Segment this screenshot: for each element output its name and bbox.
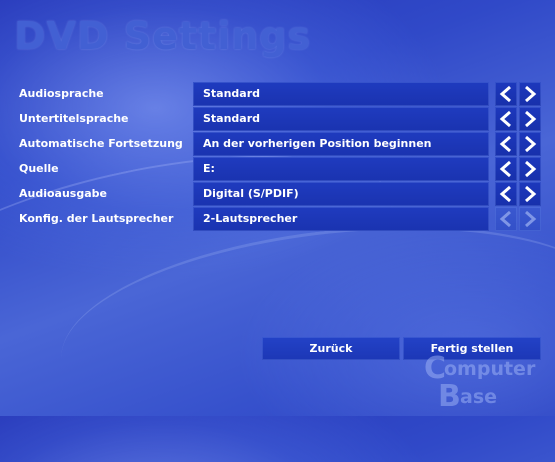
prev-option-button[interactable] bbox=[495, 157, 517, 181]
settings-row-audioausgabe: Audioausgabe Digital (S/PDIF) bbox=[0, 182, 555, 206]
settings-row-quelle: Quelle E: bbox=[0, 157, 555, 181]
chevron-left-icon bbox=[499, 185, 511, 203]
settings-row-untertitelsprache: Untertitelsprache Standard bbox=[0, 107, 555, 131]
setting-label: Audiosprache bbox=[19, 87, 104, 100]
prev-option-button-disabled bbox=[495, 207, 517, 231]
setting-label: Audioausgabe bbox=[19, 187, 107, 200]
prev-option-button[interactable] bbox=[495, 182, 517, 206]
chevron-right-icon bbox=[525, 185, 537, 203]
page-title: DVD Settings bbox=[14, 14, 312, 58]
next-option-button[interactable] bbox=[519, 157, 541, 181]
setting-value: Digital (S/PDIF) bbox=[203, 187, 299, 200]
computerbase-watermark-logo: C omputer B ase bbox=[424, 351, 549, 414]
setting-label: Untertitelsprache bbox=[19, 112, 129, 125]
settings-row-audiosprache: Audiosprache Standard bbox=[0, 82, 555, 106]
setting-value: Standard bbox=[203, 112, 261, 125]
next-option-button-disabled bbox=[519, 207, 541, 231]
chevron-left-icon bbox=[499, 110, 511, 128]
chevron-right-icon bbox=[525, 85, 537, 103]
settings-row-konfig-lautsprecher: Konfig. der Lautsprecher 2-Lautsprecher bbox=[0, 207, 555, 231]
settings-row-automatische-fortsetzung: Automatische Fortsetzung An der vorherig… bbox=[0, 132, 555, 156]
setting-label: Konfig. der Lautsprecher bbox=[19, 212, 174, 225]
prev-option-button[interactable] bbox=[495, 107, 517, 131]
chevron-left-icon bbox=[499, 135, 511, 153]
setting-label: Automatische Fortsetzung bbox=[19, 137, 183, 150]
next-option-button[interactable] bbox=[519, 82, 541, 106]
chevron-left-icon bbox=[499, 210, 511, 228]
chevron-right-icon bbox=[525, 110, 537, 128]
chevron-right-icon bbox=[525, 160, 537, 178]
chevron-left-icon bbox=[499, 160, 511, 178]
setting-value-field[interactable]: An der vorherigen Position beginnen bbox=[193, 132, 489, 156]
setting-value-field[interactable]: Standard bbox=[193, 107, 489, 131]
svg-text:ase: ase bbox=[460, 386, 497, 408]
next-option-button[interactable] bbox=[519, 107, 541, 131]
prev-option-button[interactable] bbox=[495, 132, 517, 156]
next-option-button[interactable] bbox=[519, 182, 541, 206]
setting-value-field[interactable]: Standard bbox=[193, 82, 489, 106]
chevron-left-icon bbox=[499, 85, 511, 103]
background-swoosh bbox=[50, 201, 555, 462]
setting-value-field[interactable]: E: bbox=[193, 157, 489, 181]
chevron-right-icon bbox=[525, 210, 537, 228]
setting-value-field[interactable]: 2-Lautsprecher bbox=[193, 207, 489, 231]
back-button[interactable]: Zurück bbox=[262, 337, 400, 360]
setting-label: Quelle bbox=[19, 162, 59, 175]
svg-text:omputer: omputer bbox=[444, 358, 536, 380]
setting-value: E: bbox=[203, 162, 215, 175]
setting-value: Standard bbox=[203, 87, 261, 100]
next-option-button[interactable] bbox=[519, 132, 541, 156]
setting-value: 2-Lautsprecher bbox=[203, 212, 298, 225]
setting-value: An der vorherigen Position beginnen bbox=[203, 137, 432, 150]
svg-text:B: B bbox=[438, 379, 461, 409]
prev-option-button[interactable] bbox=[495, 82, 517, 106]
setting-value-field[interactable]: Digital (S/PDIF) bbox=[193, 182, 489, 206]
chevron-right-icon bbox=[525, 135, 537, 153]
